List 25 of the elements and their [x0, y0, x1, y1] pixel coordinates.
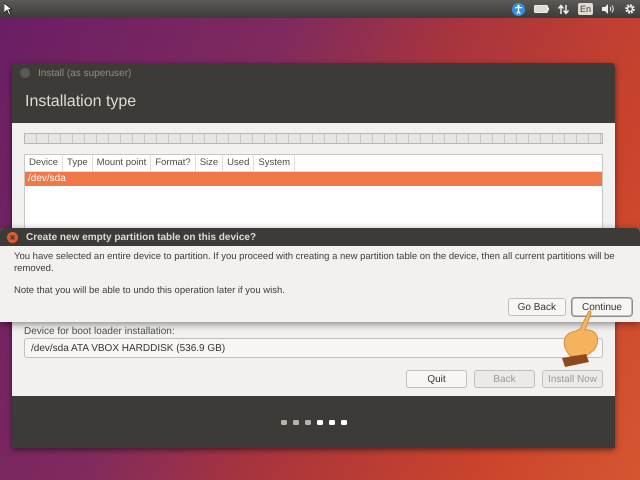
- close-button[interactable]: [7, 232, 18, 242]
- column-header[interactable]: Mount point: [92, 155, 152, 171]
- quit-button[interactable]: Quit: [406, 370, 467, 388]
- continue-button[interactable]: Continue: [572, 298, 632, 316]
- network-icon[interactable]: [558, 4, 569, 14]
- column-header[interactable]: Device: [25, 155, 64, 171]
- go-back-button[interactable]: Go Back: [508, 298, 566, 316]
- battery-icon[interactable]: [534, 5, 549, 13]
- column-header[interactable]: Format?: [151, 155, 196, 171]
- dialog-message: You have selected an entire device to partition. If you proceed with creating a new partition table on the device, then all current partitions will be removed.: [13, 251, 616, 275]
- accessibility-icon[interactable]: [512, 2, 525, 16]
- settings-icon[interactable]: [624, 3, 636, 15]
- cursor-icon: [4, 3, 12, 15]
- column-header[interactable]: Type: [63, 155, 93, 171]
- column-header[interactable]: Used: [223, 155, 254, 171]
- column-header[interactable]: System: [254, 155, 296, 171]
- boot-device-dropdown[interactable]: /dev/sda ATA VBOX HARDDISK (536.9 GB): [24, 338, 603, 358]
- keyboard-layout-indicator[interactable]: En: [578, 3, 593, 15]
- dialog-title: Create new empty partition table on this device?: [26, 232, 256, 242]
- window-title: Install (as superuser): [38, 68, 132, 78]
- column-header[interactable]: Size: [196, 155, 224, 171]
- volume-icon[interactable]: [602, 4, 615, 14]
- page-heading: Installation type: [24, 92, 138, 112]
- field-label: Device for boot loader installation:: [24, 326, 175, 337]
- dialog-note: Note that you will be able to undo this operation later if you wish.: [13, 285, 286, 297]
